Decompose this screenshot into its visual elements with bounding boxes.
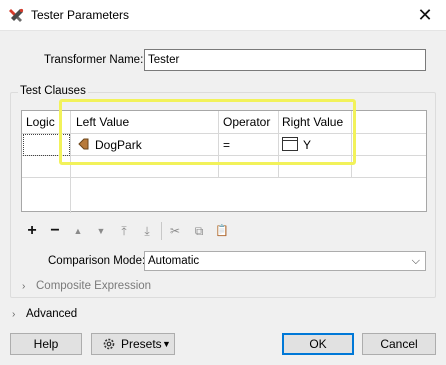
presets-button[interactable]: Presets ▼ bbox=[91, 333, 175, 355]
comparison-mode-value: Automatic bbox=[148, 255, 200, 267]
add-icon[interactable]: + bbox=[25, 223, 39, 239]
transformer-icon bbox=[9, 8, 24, 22]
comparison-mode-select[interactable]: Automatic ⌵ bbox=[144, 251, 426, 271]
cut-icon[interactable]: ✂ bbox=[168, 224, 182, 238]
annotation-highlight bbox=[59, 99, 356, 165]
column-header-logic[interactable]: Logic bbox=[26, 115, 55, 129]
transformer-name-input[interactable]: Tester bbox=[144, 49, 426, 71]
chevron-right-icon: › bbox=[12, 309, 16, 320]
toolbar-separator bbox=[161, 222, 162, 240]
move-bottom-icon[interactable]: ⤓ bbox=[140, 224, 154, 238]
advanced-expander[interactable]: › Advanced bbox=[12, 308, 77, 320]
comparison-mode-label: Comparison Mode: bbox=[48, 255, 146, 267]
presets-label: Presets bbox=[121, 337, 162, 351]
remove-icon[interactable]: − bbox=[48, 223, 62, 239]
transformer-name-label: Transformer Name: bbox=[44, 54, 144, 66]
title-bar: Tester Parameters ✕ bbox=[0, 0, 446, 31]
caret-down-icon: ▼ bbox=[162, 339, 171, 349]
advanced-label: Advanced bbox=[26, 308, 78, 320]
move-down-icon[interactable]: ▼ bbox=[94, 224, 108, 238]
paste-icon[interactable]: 📋 bbox=[215, 224, 229, 238]
cancel-button[interactable]: Cancel bbox=[362, 333, 436, 355]
test-clauses-title: Test Clauses bbox=[18, 85, 88, 97]
chevron-right-icon: › bbox=[22, 281, 26, 292]
gear-icon bbox=[103, 338, 115, 350]
composite-expression-label: Composite Expression bbox=[36, 280, 152, 292]
close-icon[interactable]: ✕ bbox=[412, 3, 438, 27]
window-title: Tester Parameters bbox=[31, 8, 130, 22]
composite-expression-expander[interactable]: › Composite Expression bbox=[22, 280, 151, 292]
chevron-down-icon: ⌵ bbox=[411, 255, 420, 267]
copy-icon[interactable]: ⧉ bbox=[192, 224, 206, 238]
move-top-icon[interactable]: ⤒ bbox=[117, 224, 131, 238]
ok-button[interactable]: OK bbox=[282, 333, 354, 355]
help-button[interactable]: Help bbox=[10, 333, 82, 355]
move-up-icon[interactable]: ▲ bbox=[71, 224, 85, 238]
